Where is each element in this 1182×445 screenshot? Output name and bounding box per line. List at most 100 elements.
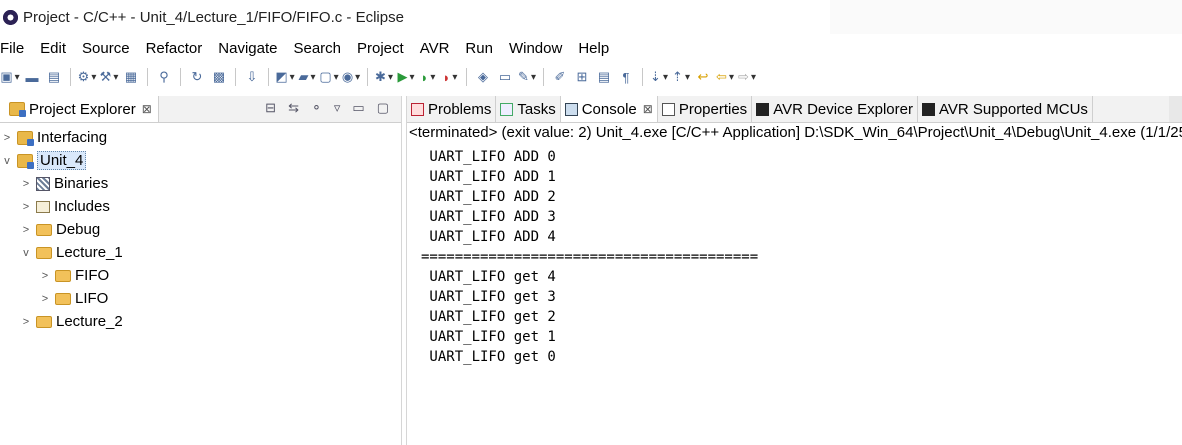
tab-label: Project Explorer — [29, 100, 136, 118]
console-area: Problems Tasks Console ⊠ Properties AVR Devic… — [406, 96, 1182, 445]
tree-item-lifo[interactable]: > LIFO — [0, 287, 401, 310]
toolbar-separator — [466, 68, 467, 86]
tab-label: Properties — [678, 100, 748, 118]
menu-avr[interactable]: AVR — [420, 40, 458, 57]
back-arrow-icon[interactable]: ⇦ — [716, 69, 733, 85]
tree-item-binaries[interactable]: > Binaries — [0, 172, 401, 195]
chevron-down-icon[interactable]: v — [0, 155, 14, 167]
run-icon[interactable]: ▶ — [397, 69, 414, 85]
tree-item-includes[interactable]: > Includes — [0, 195, 401, 218]
debug-icon[interactable]: ⚲ — [156, 69, 172, 85]
menu-run[interactable]: Run — [465, 40, 501, 57]
next-annotation-icon[interactable]: ⇣ — [650, 69, 667, 85]
search-flashlight-icon[interactable]: ✎ — [518, 69, 535, 85]
console-output: UART_LIFO ADD 0 UART_LIFO ADD 1 UART_LIF… — [421, 147, 1182, 367]
collapse-all-icon[interactable]: ⊟ — [265, 100, 276, 116]
toolbar-separator — [70, 68, 71, 86]
forward-arrow-icon[interactable]: ⇨ — [738, 69, 755, 85]
chevron-right-icon[interactable]: > — [0, 132, 14, 144]
binary-icon[interactable]: ▦ — [123, 69, 139, 85]
package-icon[interactable]: ▩ — [211, 69, 227, 85]
avr-upload-icon[interactable]: ⇩ — [244, 69, 260, 85]
new-c-project-icon[interactable]: ◩ — [275, 69, 293, 85]
refresh-icon[interactable]: ↻ — [189, 69, 205, 85]
folder-icon — [36, 246, 52, 259]
tab-avr-device-explorer[interactable]: AVR Device Explorer — [752, 96, 918, 122]
tree-item-label: Lecture_1 — [56, 244, 123, 261]
project-icon — [17, 130, 34, 146]
mark-occurrences-icon[interactable]: ⊞ — [574, 69, 590, 85]
external-tools-icon[interactable]: ◗ — [442, 69, 458, 85]
menu-search[interactable]: Search — [293, 40, 349, 57]
console-line: UART_LIFO ADD 3 — [421, 209, 556, 225]
tab-console[interactable]: Console ⊠ — [560, 96, 658, 122]
menu-refactor[interactable]: Refactor — [146, 40, 211, 57]
menu-navigate[interactable]: Navigate — [218, 40, 285, 57]
open-folder-icon[interactable]: ▭ — [497, 69, 513, 85]
filter-icon[interactable]: ⚬ — [311, 100, 322, 116]
chevron-right-icon[interactable]: > — [19, 224, 33, 236]
maximize-icon[interactable]: ▢ — [377, 100, 389, 116]
tab-label: Console — [581, 100, 637, 118]
tab-tasks[interactable]: Tasks — [496, 96, 561, 122]
tab-properties[interactable]: Properties — [657, 96, 753, 122]
title-bar: Project - C/C++ - Unit_4/Lecture_1/FIFO/… — [0, 0, 1182, 34]
project-explorer-icon — [9, 102, 26, 117]
title-bar-blank-area — [830, 0, 1182, 34]
view-menu-icon[interactable]: ▿ — [334, 100, 341, 116]
tree-item-label: Lecture_2 — [56, 313, 123, 330]
run-configuration-icon[interactable]: ◗ — [420, 69, 436, 85]
last-edit-location-icon[interactable]: ↩ — [695, 69, 711, 85]
chevron-right-icon[interactable]: > — [19, 201, 33, 213]
tree-item-interfacing[interactable]: > Interfacing — [0, 126, 401, 149]
menu-project[interactable]: Project — [357, 40, 412, 57]
save-icon[interactable]: ▬ — [24, 69, 40, 85]
chevron-right-icon[interactable]: > — [19, 316, 33, 328]
tab-project-explorer[interactable]: Project Explorer ⊠ — [0, 96, 159, 122]
debug-bug-icon[interactable]: ✱ — [375, 69, 392, 85]
close-icon[interactable]: ⊠ — [643, 102, 653, 116]
console-line: UART_LIFO ADD 2 — [421, 189, 556, 205]
toolbar-separator — [642, 68, 643, 86]
menu-file[interactable]: File — [0, 40, 32, 57]
save-all-icon[interactable]: ▤ — [46, 69, 62, 85]
tab-problems[interactable]: Problems — [407, 96, 497, 122]
edit-pen-icon[interactable]: ✐ — [552, 69, 568, 85]
menu-source[interactable]: Source — [82, 40, 138, 57]
new-folder-icon[interactable]: ▰ — [298, 69, 315, 85]
tree-item-unit_4[interactable]: v Unit_4 — [0, 149, 401, 172]
minimize-icon[interactable]: ▭ — [352, 100, 364, 116]
chevron-right-icon[interactable]: > — [19, 178, 33, 190]
tab-avr-supported-mcus[interactable]: AVR Supported MCUs — [917, 96, 1093, 122]
build-hammer-icon[interactable]: ⚒ — [100, 69, 117, 85]
project-tree: > Interfacing v Unit_4 > Binaries > Includes > De… — [0, 126, 401, 333]
menu-help[interactable]: Help — [578, 40, 617, 57]
previous-annotation-icon[interactable]: ⇡ — [672, 69, 689, 85]
menu-bar: File Edit Source Refactor Navigate Search Proj… — [0, 36, 1182, 60]
new-icon[interactable]: ▣ — [0, 69, 18, 85]
tree-item-lecture_1[interactable]: v Lecture_1 — [0, 241, 401, 264]
console-line: UART_LIFO ADD 4 — [421, 229, 556, 245]
window-title: Project - C/C++ - Unit_4/Lecture_1/FIFO/… — [23, 8, 404, 26]
eclipse-logo-icon — [3, 9, 18, 25]
link-with-editor-icon[interactable]: ⇆ — [288, 100, 299, 116]
tree-item-debug[interactable]: > Debug — [0, 218, 401, 241]
tree-item-fifo[interactable]: > FIFO — [0, 264, 401, 287]
open-type-icon[interactable]: ◈ — [475, 69, 491, 85]
chevron-right-icon[interactable]: > — [38, 293, 52, 305]
new-c-file-icon[interactable]: ▢ — [319, 69, 337, 85]
console-line: UART_LIFO get 2 — [421, 309, 556, 325]
block-selection-icon[interactable]: ▤ — [596, 69, 612, 85]
tree-item-label: Unit_4 — [37, 151, 87, 170]
tree-item-lecture_2[interactable]: > Lecture_2 — [0, 310, 401, 333]
close-icon[interactable]: ⊠ — [142, 102, 152, 116]
menu-edit[interactable]: Edit — [40, 40, 74, 57]
console-line: UART_LIFO ADD 1 — [421, 169, 556, 185]
view-actions: ⊟ ⇆ ⚬ ▿ ▭ ▢ — [265, 100, 389, 116]
menu-window[interactable]: Window — [509, 40, 570, 57]
settings-gear-icon[interactable]: ⚙ — [78, 69, 95, 85]
new-class-icon[interactable]: ◉ — [342, 69, 359, 85]
chevron-right-icon[interactable]: > — [38, 270, 52, 282]
chevron-down-icon[interactable]: v — [19, 247, 33, 259]
show-whitespace-icon[interactable]: ¶ — [618, 69, 634, 85]
